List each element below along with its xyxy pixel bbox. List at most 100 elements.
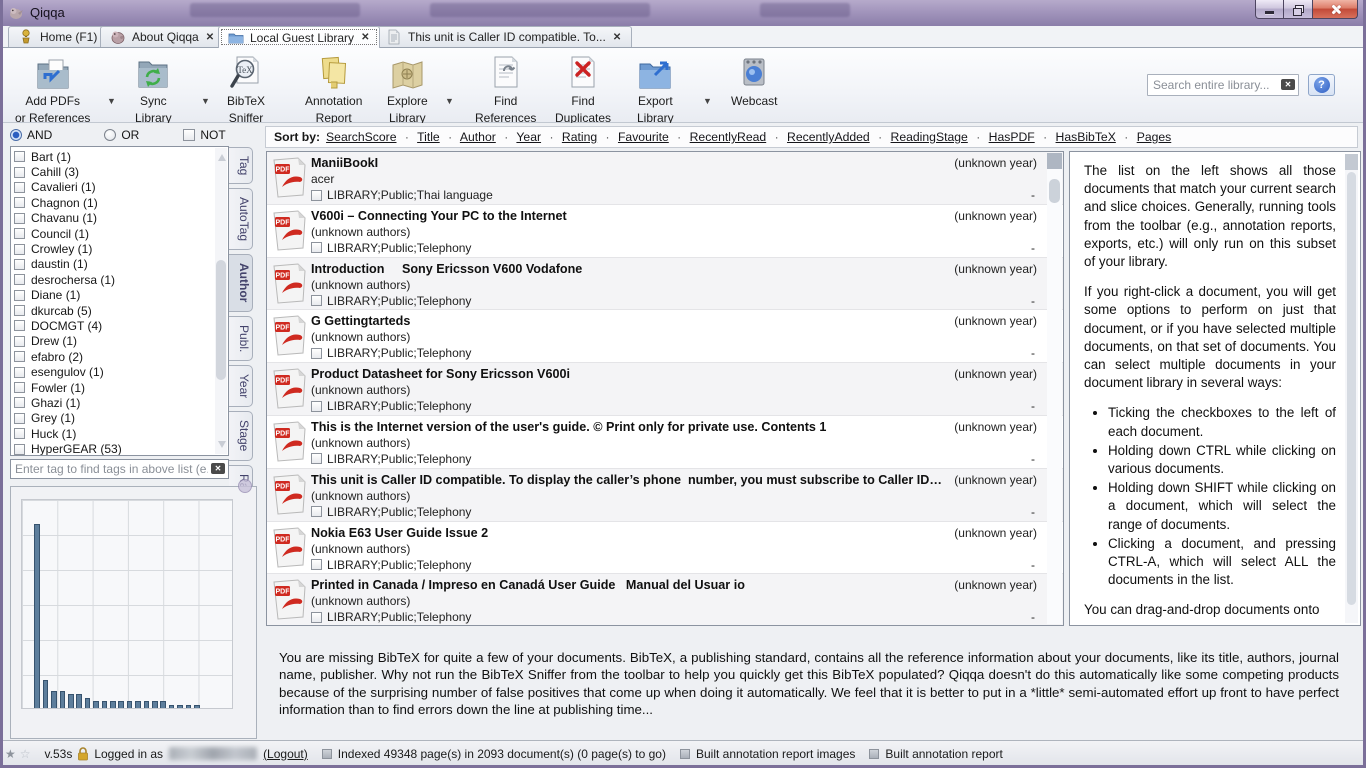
document-row[interactable]: PDF Printed in Canada / Impreso en Canad… [267, 574, 1063, 626]
tag-list-item[interactable]: Ghazi (1) [14, 395, 214, 410]
webcast-button[interactable]: Webcast [725, 52, 783, 111]
annotation-report-button[interactable]: Annotation Report [299, 52, 368, 125]
tag-list-item[interactable]: Grey (1) [14, 411, 214, 426]
tag-checkbox[interactable] [14, 428, 25, 439]
tag-checkbox[interactable] [14, 336, 25, 347]
tag-list-scrollbar[interactable] [215, 148, 227, 454]
tag-list-item[interactable]: Bart (1) [14, 149, 214, 164]
sort-link[interactable]: Author [460, 130, 496, 144]
sync-library-dropdown-icon[interactable]: ▼ [201, 96, 210, 106]
document-row[interactable]: PDF Nokia E63 User Guide Issue 2 (unknow… [267, 522, 1063, 575]
tag-checkbox[interactable] [14, 244, 25, 255]
tag-list-item[interactable]: daustin (1) [14, 257, 214, 272]
sort-link[interactable]: SearchScore [326, 130, 396, 144]
tag-list-item[interactable]: desrochersa (1) [14, 272, 214, 287]
sort-link[interactable]: Rating [562, 130, 597, 144]
scroll-up-icon[interactable] [1345, 154, 1358, 162]
filter-category-tab[interactable]: Year [229, 365, 253, 407]
tag-checkbox[interactable] [14, 274, 25, 285]
tag-list-item[interactable]: Huck (1) [14, 426, 214, 441]
help-button[interactable]: ? [1308, 74, 1335, 96]
star-filled-icon[interactable]: ★ [5, 747, 16, 761]
tag-list-item[interactable]: Fowler (1) [14, 380, 214, 395]
sort-link[interactable]: RecentlyAdded [787, 130, 870, 144]
tag-checkbox[interactable] [14, 182, 25, 193]
scrollbar-thumb[interactable] [1347, 172, 1356, 605]
scroll-down-icon[interactable] [1047, 161, 1062, 169]
tag-checkbox[interactable] [14, 320, 25, 331]
tag-checkbox[interactable] [14, 259, 25, 270]
document-row[interactable]: PDF ManiiBookI (unknown year) acer LIBRA… [267, 152, 1063, 205]
tag-checkbox[interactable] [14, 197, 25, 208]
document-row[interactable]: PDF G Gettingtarteds (unknown year) (unk… [267, 310, 1063, 363]
scroll-up-icon[interactable] [218, 154, 226, 161]
tag-list-item[interactable]: HyperGEAR (53) [14, 441, 214, 456]
document-checkbox[interactable] [311, 612, 322, 623]
document-row[interactable]: PDF Product Datasheet for Sony Ericsson … [267, 363, 1063, 416]
document-checkbox[interactable] [311, 295, 322, 306]
tag-list-item[interactable]: Council (1) [14, 226, 214, 241]
bibtex-sniffer-button[interactable]: TeX BibTeX Sniffer [221, 52, 271, 125]
tab-home[interactable]: Home (F1) [8, 26, 107, 47]
tag-checkbox[interactable] [14, 382, 25, 393]
filter-category-tab[interactable]: Stage [229, 411, 253, 460]
filter-category-tab[interactable]: Tag [229, 147, 253, 184]
document-checkbox[interactable] [311, 348, 322, 359]
tag-checkbox[interactable] [14, 290, 25, 301]
tag-list-item[interactable]: efabro (2) [14, 349, 214, 364]
logout-link[interactable]: (Logout) [263, 747, 308, 761]
tag-list-item[interactable]: Chavanu (1) [14, 211, 214, 226]
or-radio[interactable] [104, 129, 116, 141]
add-pdfs-button[interactable]: Add PDFs or References [9, 52, 96, 125]
and-radio[interactable] [10, 129, 22, 141]
document-row[interactable]: PDF Introduction Sony Ericsson V600 Voda… [267, 258, 1063, 311]
tab-close-icon[interactable]: ✕ [360, 32, 370, 43]
filter-category-tab[interactable]: Publ. [229, 316, 253, 361]
clear-tag-filter-icon[interactable]: ✕ [211, 463, 225, 474]
tag-checkbox[interactable] [14, 397, 25, 408]
add-pdfs-dropdown-icon[interactable]: ▼ [107, 96, 116, 106]
sort-link[interactable]: HasBibTeX [1056, 130, 1116, 144]
search-input[interactable] [1147, 74, 1299, 96]
tab-document[interactable]: This unit is Caller ID compatible. To...… [376, 26, 632, 47]
tag-list-item[interactable]: esengulov (1) [14, 364, 214, 379]
tag-checkbox[interactable] [14, 413, 25, 424]
tag-filter-input[interactable] [10, 459, 229, 479]
find-duplicates-button[interactable]: Find Duplicates [549, 52, 617, 125]
sync-library-button[interactable]: Sync Library [129, 52, 178, 125]
document-row[interactable]: PDF This is the Internet version of the … [267, 416, 1063, 469]
tag-list-item[interactable]: DOCMGT (4) [14, 318, 214, 333]
scroll-down-icon[interactable] [218, 441, 226, 448]
tag-checkbox[interactable] [14, 228, 25, 239]
sort-link[interactable]: Favourite [618, 130, 669, 144]
sort-link[interactable]: RecentlyRead [690, 130, 767, 144]
not-checkbox[interactable] [183, 129, 195, 141]
tag-checkbox[interactable] [14, 213, 25, 224]
sort-link[interactable]: Title [417, 130, 440, 144]
document-checkbox[interactable] [311, 559, 322, 570]
star-empty-icon[interactable]: ☆ [20, 747, 31, 761]
sort-link[interactable]: ReadingStage [891, 130, 968, 144]
minimize-button[interactable] [1255, 0, 1284, 19]
filter-category-tab[interactable]: Author [229, 254, 253, 311]
document-row[interactable]: PDF V600i – Connecting Your PC to the In… [267, 205, 1063, 258]
sort-link[interactable]: HasPDF [989, 130, 1035, 144]
sort-link[interactable]: Year [516, 130, 541, 144]
scrollbar-thumb[interactable] [216, 260, 226, 380]
tag-list-item[interactable]: Cavalieri (1) [14, 180, 214, 195]
tag-checkbox[interactable] [14, 444, 25, 455]
tab-close-icon[interactable]: ✕ [205, 32, 215, 43]
tag-list-item[interactable]: Drew (1) [14, 334, 214, 349]
tag-list-item[interactable]: Crowley (1) [14, 241, 214, 256]
tab-close-icon[interactable]: ✕ [612, 32, 622, 43]
tag-list-item[interactable]: Diane (1) [14, 288, 214, 303]
tab-about-qiqqa[interactable]: About Qiqqa ✕ [100, 26, 225, 47]
document-checkbox[interactable] [311, 506, 322, 517]
tag-checkbox[interactable] [14, 305, 25, 316]
document-checkbox[interactable] [311, 453, 322, 464]
scrollbar-thumb[interactable] [1049, 179, 1060, 203]
document-checkbox[interactable] [311, 190, 322, 201]
explore-library-dropdown-icon[interactable]: ▼ [445, 96, 454, 106]
export-library-button[interactable]: Export Library [631, 52, 680, 125]
explore-library-button[interactable]: Explore Library [381, 52, 434, 125]
